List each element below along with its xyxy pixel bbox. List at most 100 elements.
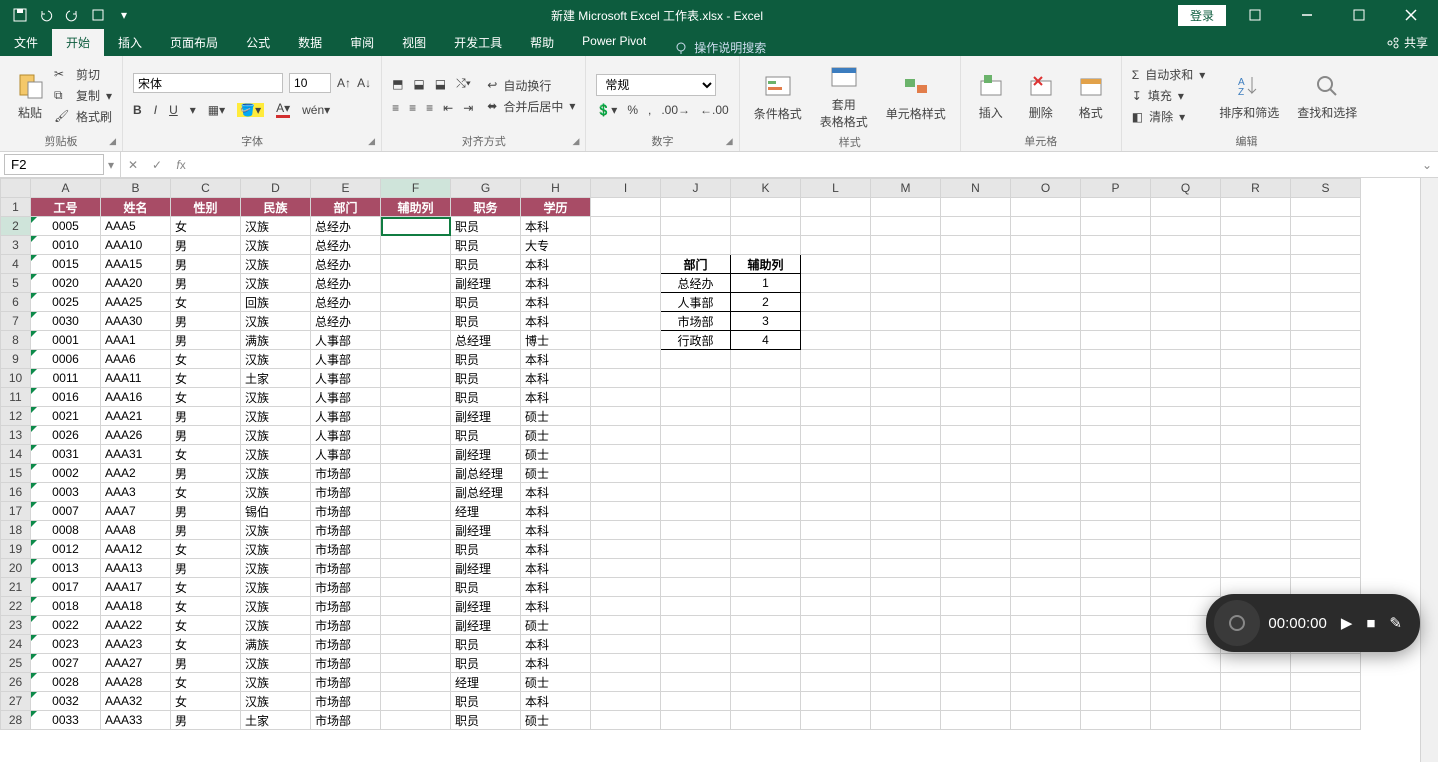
- cell[interactable]: 总经办: [661, 274, 731, 293]
- dialog-launcher-icon[interactable]: ◢: [368, 136, 375, 147]
- cell[interactable]: [1081, 483, 1151, 502]
- cell[interactable]: [731, 635, 801, 654]
- cell[interactable]: [941, 236, 1011, 255]
- cell[interactable]: [1221, 312, 1291, 331]
- cell[interactable]: [1151, 236, 1221, 255]
- cell[interactable]: [591, 654, 661, 673]
- cell[interactable]: 博士: [521, 331, 591, 350]
- row-header[interactable]: 6: [1, 293, 31, 312]
- edit-icon[interactable]: ✎: [1389, 614, 1402, 632]
- cell[interactable]: [731, 198, 801, 217]
- cell[interactable]: [1291, 236, 1361, 255]
- cell[interactable]: [591, 540, 661, 559]
- cell[interactable]: [731, 236, 801, 255]
- cell[interactable]: [591, 559, 661, 578]
- cell[interactable]: 0028: [31, 673, 101, 692]
- cell[interactable]: 汉族: [241, 616, 311, 635]
- cell[interactable]: 0001: [31, 331, 101, 350]
- cell[interactable]: [1081, 274, 1151, 293]
- tab-帮助[interactable]: 帮助: [516, 29, 568, 56]
- cell[interactable]: [1151, 331, 1221, 350]
- screen-recorder-widget[interactable]: 00:00:00 ▶ ■ ✎: [1206, 594, 1420, 652]
- cell[interactable]: [381, 578, 451, 597]
- spreadsheet-grid[interactable]: ABCDEFGHIJKLMNOPQRS1工号姓名性别民族部门辅助列职务学历200…: [0, 178, 1420, 762]
- tab-开发工具[interactable]: 开发工具: [440, 29, 516, 56]
- cell[interactable]: [381, 255, 451, 274]
- cell[interactable]: 本科: [521, 350, 591, 369]
- cell[interactable]: 女: [171, 369, 241, 388]
- cell[interactable]: [1291, 654, 1361, 673]
- cell[interactable]: 市场部: [311, 483, 381, 502]
- cell[interactable]: AAA5: [101, 217, 171, 236]
- cell[interactable]: 汉族: [241, 464, 311, 483]
- cell[interactable]: 人事部: [311, 369, 381, 388]
- cell[interactable]: [1011, 407, 1081, 426]
- cell[interactable]: [1221, 483, 1291, 502]
- cell[interactable]: [731, 616, 801, 635]
- cell[interactable]: [1081, 654, 1151, 673]
- cell[interactable]: 0016: [31, 388, 101, 407]
- cell[interactable]: [1291, 312, 1361, 331]
- font-name-input[interactable]: [133, 73, 283, 93]
- cell[interactable]: [591, 483, 661, 502]
- cell[interactable]: 男: [171, 255, 241, 274]
- cell[interactable]: [941, 711, 1011, 730]
- cell[interactable]: 副总经理: [451, 464, 521, 483]
- cell[interactable]: [381, 711, 451, 730]
- cell[interactable]: 职员: [451, 388, 521, 407]
- cell[interactable]: [1081, 445, 1151, 464]
- cell[interactable]: [731, 426, 801, 445]
- cell[interactable]: [801, 578, 871, 597]
- save-icon[interactable]: [8, 4, 32, 26]
- cell[interactable]: 汉族: [241, 540, 311, 559]
- cell[interactable]: 满族: [241, 331, 311, 350]
- col-header-N[interactable]: N: [941, 179, 1011, 198]
- cell[interactable]: [1081, 312, 1151, 331]
- cell[interactable]: [1221, 692, 1291, 711]
- cell[interactable]: [801, 274, 871, 293]
- cell[interactable]: [1291, 369, 1361, 388]
- tell-me[interactable]: 操作说明搜索: [660, 39, 766, 56]
- tab-视图[interactable]: 视图: [388, 29, 440, 56]
- cell[interactable]: 副经理: [451, 445, 521, 464]
- cell[interactable]: [801, 559, 871, 578]
- cell[interactable]: 市场部: [311, 654, 381, 673]
- cell[interactable]: [1081, 350, 1151, 369]
- cell[interactable]: AAA10: [101, 236, 171, 255]
- cancel-icon[interactable]: ✕: [121, 158, 145, 172]
- cell[interactable]: [801, 331, 871, 350]
- cell[interactable]: [801, 711, 871, 730]
- cell[interactable]: [381, 616, 451, 635]
- cell[interactable]: 市场部: [311, 673, 381, 692]
- redo-icon[interactable]: [60, 4, 84, 26]
- cell[interactable]: 市场部: [311, 711, 381, 730]
- cell[interactable]: [1221, 274, 1291, 293]
- delete-cells-button[interactable]: 删除: [1021, 68, 1061, 123]
- cell[interactable]: [731, 692, 801, 711]
- cell[interactable]: [801, 673, 871, 692]
- cell[interactable]: [1221, 236, 1291, 255]
- cell[interactable]: [941, 274, 1011, 293]
- tab-审阅[interactable]: 审阅: [336, 29, 388, 56]
- decrease-font-icon[interactable]: A↓: [357, 76, 371, 90]
- cell[interactable]: [1011, 521, 1081, 540]
- cell[interactable]: [941, 692, 1011, 711]
- cell[interactable]: [731, 540, 801, 559]
- cell[interactable]: [661, 483, 731, 502]
- cell[interactable]: [1081, 578, 1151, 597]
- cell[interactable]: [801, 654, 871, 673]
- row-header[interactable]: 19: [1, 540, 31, 559]
- cell[interactable]: [871, 217, 941, 236]
- cell[interactable]: [801, 293, 871, 312]
- cell[interactable]: [1081, 616, 1151, 635]
- cell[interactable]: 本科: [521, 502, 591, 521]
- cell[interactable]: [871, 426, 941, 445]
- row-header[interactable]: 15: [1, 464, 31, 483]
- cell[interactable]: 本科: [521, 635, 591, 654]
- stop-icon[interactable]: ■: [1366, 615, 1375, 632]
- cell[interactable]: [801, 635, 871, 654]
- row-header[interactable]: 25: [1, 654, 31, 673]
- col-header-J[interactable]: J: [661, 179, 731, 198]
- login-button[interactable]: 登录: [1178, 5, 1226, 26]
- cell[interactable]: [1081, 217, 1151, 236]
